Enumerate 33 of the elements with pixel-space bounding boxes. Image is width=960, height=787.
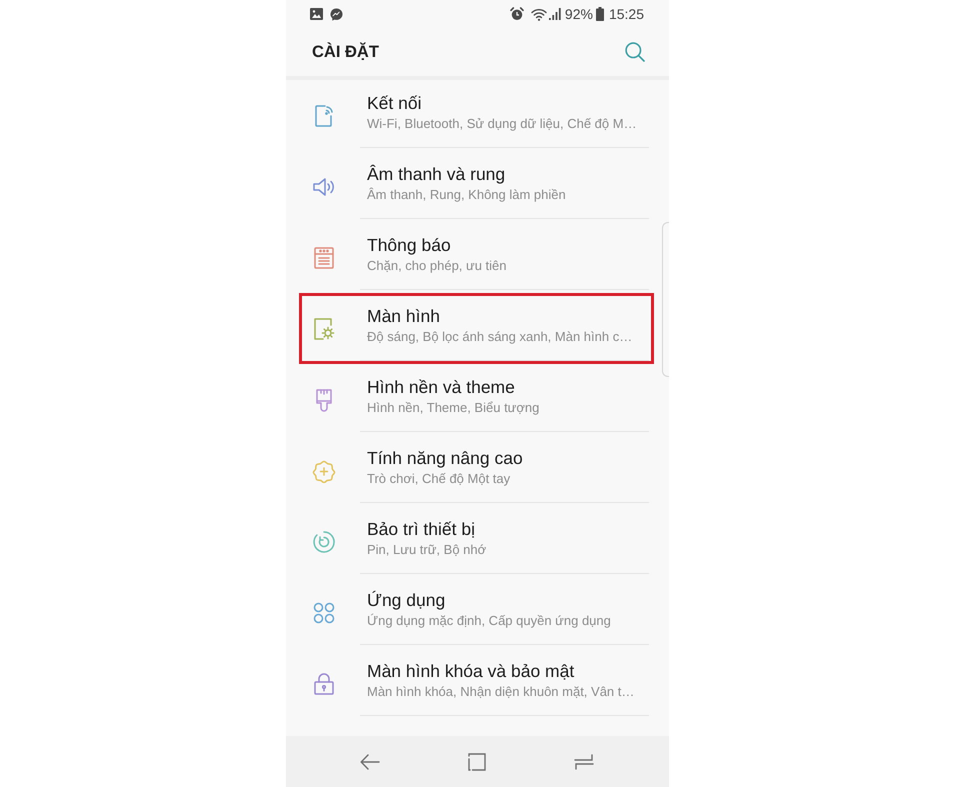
signal-bars-icon xyxy=(548,8,561,20)
item-subtitle: Trò chơi, Chế độ Một tay xyxy=(367,470,512,488)
item-subtitle: Âm thanh, Rung, Không làm phiền xyxy=(367,186,567,204)
item-subtitle: Wi-Fi, Bluetooth, Sử dụng dữ liệu, Chế độ M… xyxy=(367,115,638,133)
item-title: Ứng dụng xyxy=(367,589,446,612)
edge-panel-handle[interactable] xyxy=(662,222,669,377)
page-title: CÀI ĐẶT xyxy=(312,41,379,63)
wifi-icon xyxy=(530,8,547,20)
item-title: Bảo trì thiết bị xyxy=(367,518,476,541)
item-subtitle: Chặn, cho phép, ưu tiên xyxy=(367,257,508,275)
item-title: Tính năng nâng cao xyxy=(367,447,524,470)
item-subtitle: Pin, Lưu trữ, Bộ nhớ xyxy=(367,541,488,559)
chat-bubble-icon xyxy=(330,8,343,20)
battery-percentage: 92% xyxy=(564,6,593,22)
item-title: Kết nối xyxy=(367,92,422,115)
search-icon[interactable] xyxy=(625,42,645,62)
recents-icon[interactable] xyxy=(574,754,594,770)
clock-time: 15:25 xyxy=(608,6,644,22)
back-arrow-icon[interactable] xyxy=(360,754,380,770)
item-title: Âm thanh và rung xyxy=(367,163,506,186)
item-title: Hình nền và theme xyxy=(367,376,516,399)
battery-icon xyxy=(596,7,604,21)
settings-list-item[interactable]: Màn hình Độ sáng, Bộ lọc ánh sáng xanh, Màn hình c… xyxy=(299,293,654,364)
item-title: Màn hình xyxy=(367,305,441,328)
item-title: Màn hình khóa và bảo mật xyxy=(367,660,576,683)
image-icon xyxy=(310,8,323,20)
item-title: Thông báo xyxy=(367,234,452,257)
item-subtitle: Hình nền, Theme, Biểu tượng xyxy=(367,399,540,417)
item-subtitle: Ứng dụng mặc định, Cấp quyền ứng dụng xyxy=(367,612,612,630)
square-icon[interactable] xyxy=(467,752,487,770)
item-subtitle: Độ sáng, Bộ lọc ánh sáng xanh, Màn hình c… xyxy=(367,328,634,346)
alarm-clock-icon xyxy=(510,7,524,21)
item-subtitle: Màn hình khóa, Nhận diện khuôn mặt, Vân t… xyxy=(367,683,636,701)
